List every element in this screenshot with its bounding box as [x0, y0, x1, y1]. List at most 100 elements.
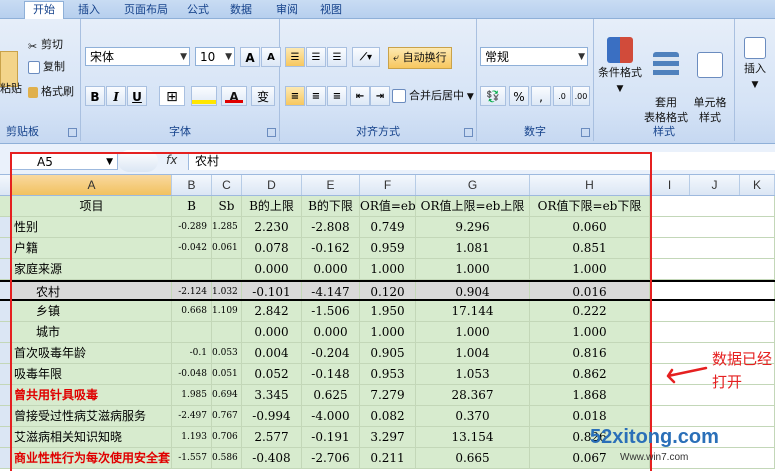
value-cell-f[interactable]: 0.953	[360, 364, 416, 384]
italic-button[interactable]: I	[106, 86, 126, 106]
value-cell-g[interactable]: 17.144	[416, 301, 530, 321]
font-name-select[interactable]: 宋体 ▼	[85, 47, 190, 66]
value-cell-g[interactable]: 1.000	[416, 259, 530, 279]
value-cell-h[interactable]: 0.222	[530, 301, 650, 321]
percent-button[interactable]: %	[509, 86, 529, 106]
value-cell-h[interactable]: 0.851	[530, 238, 650, 258]
font-color-button[interactable]: A	[221, 86, 247, 106]
value-cell-f[interactable]: 1.000	[360, 322, 416, 342]
number-launcher-icon[interactable]	[581, 128, 590, 137]
tab-formulas[interactable]: 公式	[182, 2, 214, 18]
align-middle-icon[interactable]: ☰	[306, 47, 326, 67]
empty-cell[interactable]	[650, 238, 775, 258]
value-cell-d[interactable]: 0.052	[242, 364, 302, 384]
bold-button[interactable]: B	[85, 86, 105, 106]
border-icon[interactable]: ⊞	[159, 86, 185, 106]
value-cell-sb[interactable]: 0.051	[212, 364, 242, 384]
clipboard-launcher-icon[interactable]	[68, 128, 77, 137]
value-cell-f[interactable]: 0.120	[360, 282, 416, 299]
chevron-down-icon[interactable]: ▼	[106, 153, 113, 171]
value-cell-sb[interactable]	[212, 322, 242, 342]
tab-insert[interactable]: 插入	[70, 2, 108, 18]
value-cell-e[interactable]: 0.625	[302, 385, 360, 405]
tab-page-layout[interactable]: 页面布局	[118, 2, 174, 18]
value-cell-b[interactable]	[172, 259, 212, 279]
value-cell-g[interactable]: 0.370	[416, 406, 530, 426]
header-cell[interactable]: 项目	[12, 196, 172, 216]
empty-cell[interactable]	[650, 259, 775, 279]
value-cell-sb[interactable]: 0.061	[212, 238, 242, 258]
value-cell-d[interactable]: 0.004	[242, 343, 302, 363]
row-header[interactable]	[0, 322, 12, 342]
item-name-cell[interactable]: 户籍	[12, 238, 172, 258]
value-cell-e[interactable]: -0.162	[302, 238, 360, 258]
decrease-decimal-icon[interactable]: .00	[572, 86, 590, 106]
value-cell-b[interactable]: -0.1	[172, 343, 212, 363]
fill-color-icon[interactable]	[191, 86, 217, 106]
column-header-k[interactable]: K	[740, 175, 775, 195]
value-cell-d[interactable]: 0.078	[242, 238, 302, 258]
value-cell-b[interactable]: -0.289	[172, 217, 212, 237]
align-bottom-icon[interactable]: ☰	[327, 47, 347, 67]
header-cell[interactable]: B	[172, 196, 212, 216]
value-cell-b[interactable]: 1.193	[172, 427, 212, 447]
underline-button[interactable]: U	[127, 86, 147, 106]
value-cell-sb[interactable]: 0.767	[212, 406, 242, 426]
value-cell-f[interactable]: 1.000	[360, 259, 416, 279]
tab-view[interactable]: 视图	[312, 2, 350, 18]
column-header-c[interactable]: C	[212, 175, 242, 195]
header-cell[interactable]: OR值下限=eb下限	[530, 196, 650, 216]
empty-cell[interactable]	[650, 301, 775, 321]
item-name-cell[interactable]: 曾共用针具吸毒	[12, 385, 172, 405]
font-size-select[interactable]: 10 ▼	[195, 47, 235, 66]
font-launcher-icon[interactable]	[267, 128, 276, 137]
tab-home[interactable]: 开始	[24, 1, 64, 19]
header-cell[interactable]: Sb	[212, 196, 242, 216]
item-name-cell[interactable]: 农村	[12, 282, 172, 299]
header-cell[interactable]: OR值上限=eb上限	[416, 196, 530, 216]
orientation-icon[interactable]: ⟋▾	[352, 47, 380, 67]
item-name-cell[interactable]: 首次吸毒年龄	[12, 343, 172, 363]
alignment-launcher-icon[interactable]	[464, 128, 473, 137]
empty-cell[interactable]	[650, 322, 775, 342]
value-cell-f[interactable]: 0.749	[360, 217, 416, 237]
value-cell-g[interactable]: 1.004	[416, 343, 530, 363]
value-cell-b[interactable]: -2.124	[172, 282, 212, 299]
formula-bar-splitter[interactable]	[118, 150, 158, 172]
value-cell-sb[interactable]	[212, 259, 242, 279]
currency-icon[interactable]: 💱	[480, 86, 506, 106]
grow-font-button[interactable]: A	[240, 47, 260, 67]
value-cell-d[interactable]: 3.345	[242, 385, 302, 405]
empty-cell[interactable]	[650, 196, 775, 216]
value-cell-g[interactable]: 0.904	[416, 282, 530, 299]
item-name-cell[interactable]: 城市	[12, 322, 172, 342]
column-header-f[interactable]: F	[360, 175, 416, 195]
value-cell-e[interactable]: -1.506	[302, 301, 360, 321]
value-cell-e[interactable]: -4.147	[302, 282, 360, 299]
value-cell-sb[interactable]: 1.032	[212, 282, 242, 299]
value-cell-b[interactable]: -2.497	[172, 406, 212, 426]
item-name-cell[interactable]: 商业性性行为每次使用安全套	[12, 448, 172, 468]
value-cell-f[interactable]: 7.279	[360, 385, 416, 405]
row-header[interactable]	[0, 385, 12, 405]
value-cell-h[interactable]: 0.018	[530, 406, 650, 426]
value-cell-d[interactable]: 0.000	[242, 259, 302, 279]
column-header-h[interactable]: H	[530, 175, 650, 195]
name-box[interactable]: A5 ▼	[10, 152, 118, 170]
empty-cell[interactable]	[650, 406, 775, 426]
number-format-select[interactable]: 常规 ▼	[480, 47, 588, 66]
empty-cell[interactable]	[650, 282, 775, 299]
column-header-g[interactable]: G	[416, 175, 530, 195]
value-cell-e[interactable]: 0.000	[302, 259, 360, 279]
value-cell-e[interactable]: -0.191	[302, 427, 360, 447]
value-cell-sb[interactable]: 1.285	[212, 217, 242, 237]
value-cell-e[interactable]: -2.706	[302, 448, 360, 468]
value-cell-sb[interactable]: 0.586	[212, 448, 242, 468]
cell-styles-button[interactable]: 单元格 样式	[690, 37, 730, 125]
item-name-cell[interactable]: 曾接受过性病艾滋病服务	[12, 406, 172, 426]
item-name-cell[interactable]: 性别	[12, 217, 172, 237]
decrease-indent-icon[interactable]: ⇤	[350, 86, 370, 106]
increase-indent-icon[interactable]: ⇥	[370, 86, 390, 106]
align-center-icon[interactable]: ≡	[306, 86, 326, 106]
format-as-table-button[interactable]: 套用 表格格式	[644, 37, 688, 125]
